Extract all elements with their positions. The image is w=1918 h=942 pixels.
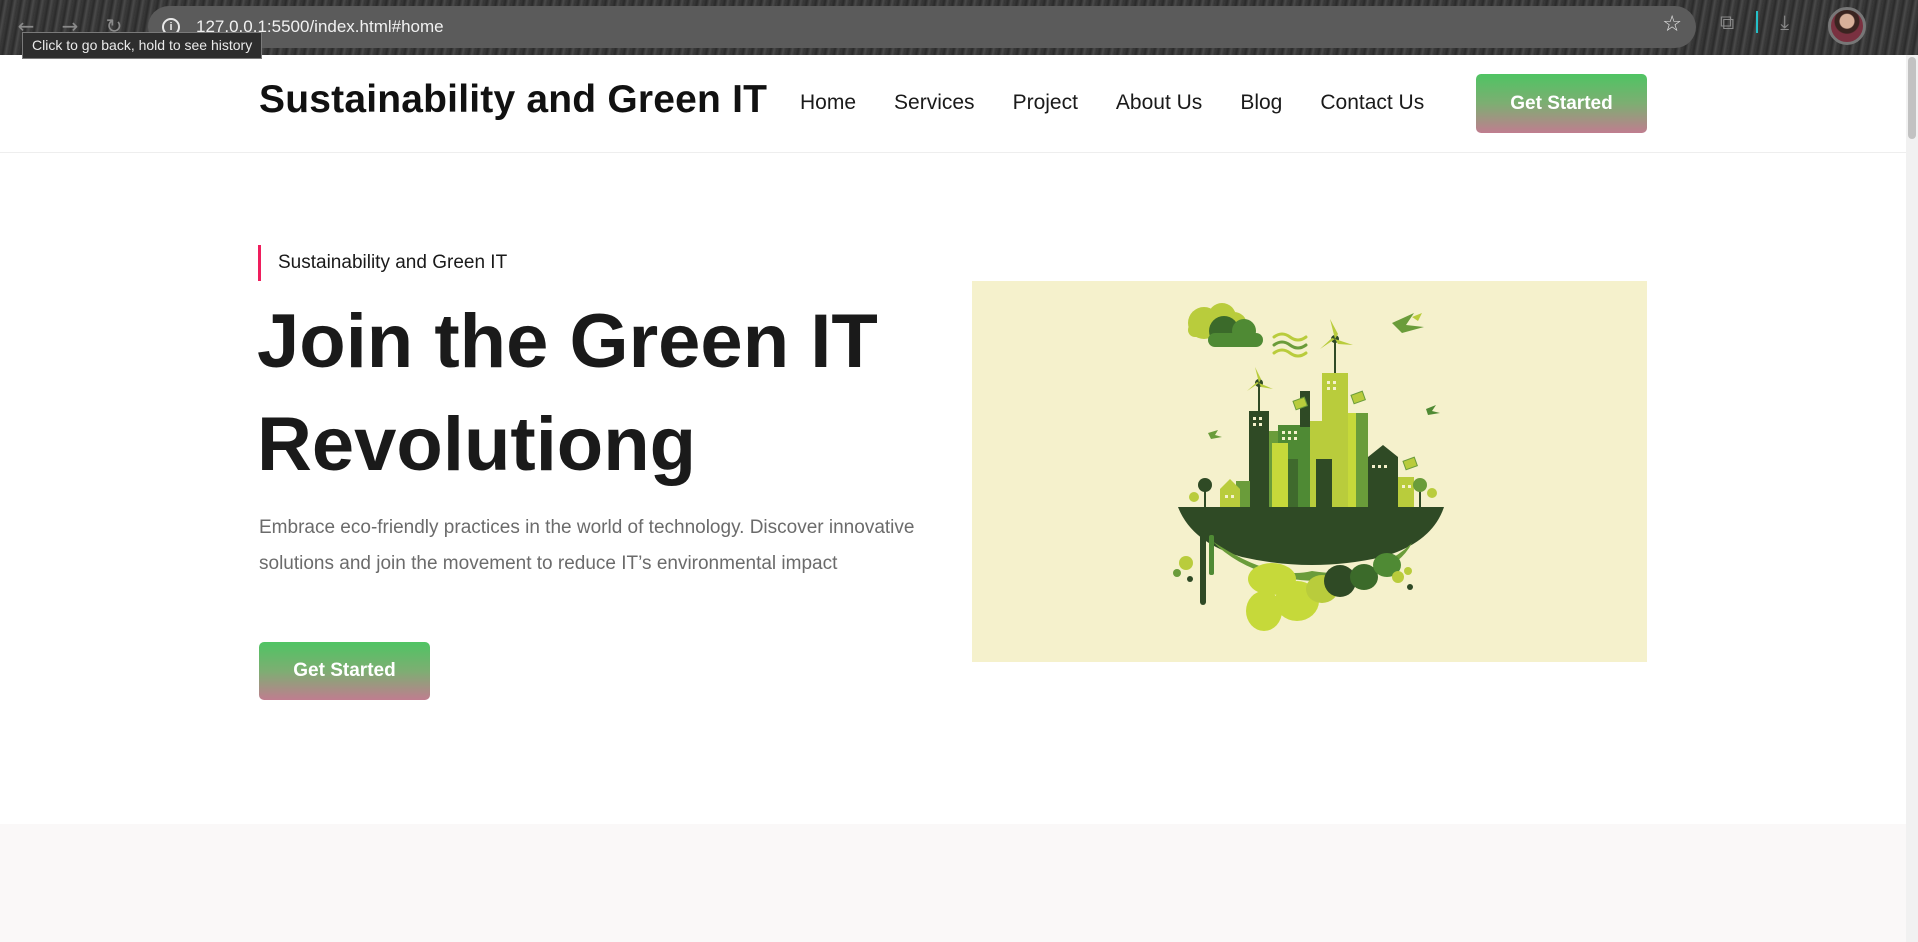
nav-link-contact-us[interactable]: Contact Us xyxy=(1320,91,1424,115)
nav-link-about-us[interactable]: About Us xyxy=(1116,91,1202,115)
browser-action-icons: ⧉ ⤓ xyxy=(1720,10,1789,34)
hero-eyebrow: Sustainability and Green IT xyxy=(258,245,507,281)
hero-title-line-1: Join the Green IT xyxy=(257,299,878,384)
download-icon[interactable]: ⤓ xyxy=(1780,10,1789,34)
city-buildings xyxy=(1220,373,1414,507)
hero-description: Embrace eco-friendly practices in the wo… xyxy=(259,517,915,574)
toolbar-separator xyxy=(1756,11,1759,33)
hero-get-started-button[interactable]: Get Started xyxy=(259,642,430,700)
wind-lines xyxy=(1272,332,1308,358)
nav-link-project[interactable]: Project xyxy=(1013,91,1078,115)
floating-island xyxy=(1173,507,1444,631)
browser-toolbar: ← → ↻ i 127.0.0.1:5500/index.html#home ☆… xyxy=(0,0,1918,55)
floating-green-city-image xyxy=(1173,303,1444,631)
profile-avatar[interactable] xyxy=(1828,7,1866,45)
green-city-illustration xyxy=(972,281,1647,662)
scrollbar-thumb[interactable] xyxy=(1908,57,1916,139)
header-get-started-button[interactable]: Get Started xyxy=(1476,74,1647,133)
cloud-shape xyxy=(1188,303,1263,347)
site-header: Sustainability and Green IT Home Service… xyxy=(0,55,1906,153)
main-navigation: Home Services Project About Us Blog Cont… xyxy=(800,91,1424,115)
hero-title: Join the Green IT Revolutiong xyxy=(257,290,957,496)
extensions-icon[interactable]: ⧉ xyxy=(1720,10,1734,34)
site-logo-text[interactable]: Sustainability and Green IT xyxy=(259,78,767,122)
page-scrollbar[interactable] xyxy=(1906,55,1918,942)
hero-title-line-2: Revolutiong xyxy=(257,402,697,487)
back-button-tooltip: Click to go back, hold to see history xyxy=(22,32,263,59)
star-icon[interactable]: ☆ xyxy=(1662,12,1682,37)
nav-link-blog[interactable]: Blog xyxy=(1240,91,1282,115)
nav-link-services[interactable]: Services xyxy=(894,91,975,115)
nav-link-home[interactable]: Home xyxy=(800,91,856,115)
address-bar[interactable]: i 127.0.0.1:5500/index.html#home ☆ xyxy=(148,6,1696,48)
next-section-background xyxy=(0,824,1906,942)
